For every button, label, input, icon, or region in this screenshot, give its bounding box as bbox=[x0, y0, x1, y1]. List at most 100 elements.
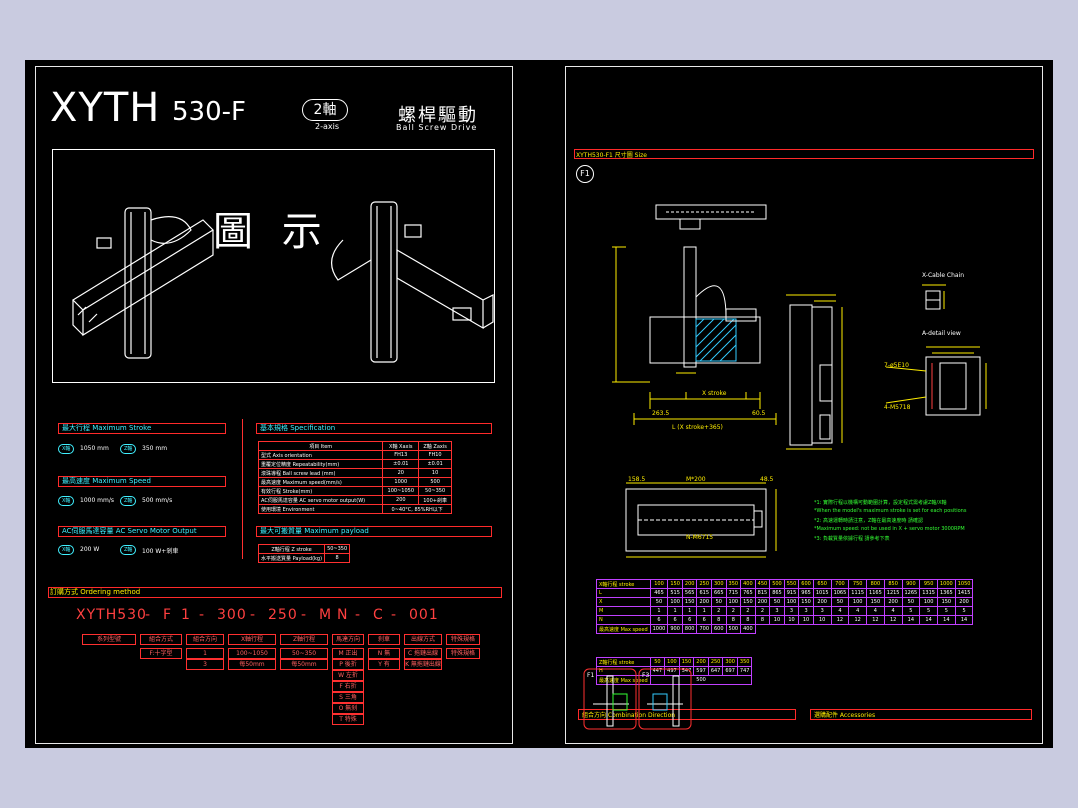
table-x-cell: L bbox=[596, 588, 651, 598]
dim-x-stroke: X stroke bbox=[702, 390, 727, 397]
combo-label-f3: F3 bbox=[642, 672, 649, 679]
table-x-cell: 400 bbox=[740, 579, 756, 589]
order-field-option: F:十字型 bbox=[140, 648, 182, 659]
table-x-row: 最高速度 Max speed 1000 900 800 700 600 500 400 bbox=[596, 624, 973, 634]
table-x-cell: 515 bbox=[667, 588, 683, 598]
order-field-option: P 後折 bbox=[332, 659, 364, 670]
spec-cell: 10 bbox=[418, 468, 452, 478]
illustration-caption: 圖 示 bbox=[213, 209, 330, 255]
order-field-option: S 三角 bbox=[332, 692, 364, 703]
size-badge: F1 bbox=[576, 165, 594, 183]
table-x-cell: 14 bbox=[901, 615, 921, 625]
table-x-cell: 8 bbox=[711, 615, 727, 625]
order-field-option: 每50mm bbox=[280, 659, 328, 670]
order-code-part: N bbox=[337, 607, 349, 623]
table-x-cell: 715 bbox=[725, 588, 742, 598]
table-x-cell: 500 bbox=[769, 579, 785, 589]
order-field-label: 特殊規格 bbox=[446, 634, 480, 645]
table-x-cell: 10 bbox=[812, 615, 832, 625]
table-x-cell: 200 bbox=[754, 597, 771, 607]
combo-label-f1: F1 bbox=[587, 672, 594, 679]
drawing-canvas[interactable]: XYTH 530-F 2軸 2-axis 螺桿驅動 Ball Screw Dri… bbox=[25, 60, 1053, 748]
spec-header: 基本規格 Specification bbox=[260, 424, 336, 432]
order-field-label: 刹車 bbox=[368, 634, 400, 645]
order-code-part: - bbox=[199, 607, 206, 623]
table-x-cell: 50 bbox=[830, 597, 850, 607]
spec-cell: 100+剎車 bbox=[418, 495, 452, 505]
table-x-cell: 100 bbox=[848, 597, 868, 607]
note-line: *Maximum speed: not be used in X + servo… bbox=[814, 526, 965, 532]
table-x-cell: 4 bbox=[866, 606, 885, 616]
spec-row: 最高速度 Maximum speed(mm/s) 1000 500 bbox=[257, 477, 452, 487]
table-x-cell: 450 bbox=[754, 579, 771, 589]
dim-length: L (X stroke+365) bbox=[672, 424, 723, 431]
order-field-label: Z軸行程 bbox=[280, 634, 328, 645]
order-code-part: 300 bbox=[217, 607, 247, 623]
axes-badge: 2軸 bbox=[302, 99, 348, 121]
table-z-cell: 300 bbox=[722, 657, 738, 667]
table-x-cell: 1115 bbox=[848, 588, 868, 598]
dim-158-5: 158.5 bbox=[628, 476, 645, 483]
title-main: XYTH bbox=[50, 85, 161, 131]
table-x-cell: 12 bbox=[866, 615, 885, 625]
table-x-cell: 800 bbox=[681, 624, 698, 634]
payload-cell: 8 bbox=[324, 553, 351, 563]
table-x-row: M11112222333344445555 bbox=[596, 606, 974, 616]
table-x-cell: 615 bbox=[696, 588, 712, 598]
table-x-cell: 12 bbox=[830, 615, 850, 625]
order-field-label: 馬達方向 bbox=[332, 634, 364, 645]
table-x-cell: 550 bbox=[783, 579, 800, 589]
table-x-cell: 965 bbox=[798, 588, 814, 598]
order-field-option: 特殊規格 bbox=[446, 648, 480, 659]
table-x-cell: 8 bbox=[754, 615, 771, 625]
stroke-x-value: 1050 mm bbox=[80, 445, 109, 452]
table-z-cell: 747 bbox=[736, 666, 753, 676]
left-sheet: XYTH 530-F 2軸 2-axis 螺桿驅動 Ball Screw Dri… bbox=[35, 66, 513, 744]
order-code-part: - bbox=[145, 607, 152, 623]
acc-header: 選購配件 Accessories bbox=[814, 712, 876, 719]
order-code-part: F bbox=[163, 607, 173, 623]
table-x-cell: 465 bbox=[649, 588, 669, 598]
note-line: *2: 高速運轉時請注意，Z軸在最高速度時 請確認 bbox=[814, 518, 923, 524]
table-x-cell: 8 bbox=[725, 615, 742, 625]
table-x-cell: 1015 bbox=[812, 588, 832, 598]
table-x-cell: 4 bbox=[848, 606, 868, 616]
table-x-cell: 最高速度 Max speed bbox=[596, 624, 651, 634]
right-sheet: XYTH530-F1 尺寸圖 Size F1 263.5 X stroke 60… bbox=[565, 66, 1043, 744]
order-field-label: 組合方向 bbox=[186, 634, 224, 645]
table-x-cell: 100 bbox=[919, 597, 938, 607]
table-x-cell: X bbox=[596, 597, 651, 607]
table-x-cell: 565 bbox=[681, 588, 698, 598]
table-x-cell: 200 bbox=[954, 597, 974, 607]
table-x-cell: 1315 bbox=[919, 588, 938, 598]
speed-x-pill: X軸 bbox=[58, 496, 75, 506]
table-x-cell: 1265 bbox=[901, 588, 921, 598]
spec-cell: 滾珠導程 Ball screw lead (mm) bbox=[257, 468, 384, 478]
order-field-label: X軸行程 bbox=[228, 634, 276, 645]
cable-chain-label: X-Cable Chain bbox=[922, 272, 965, 279]
table-x-cell: 1000 bbox=[936, 579, 956, 589]
spec-cell: 最高速度 Maximum speed(mm/s) bbox=[257, 477, 384, 487]
table-x-cell: 850 bbox=[883, 579, 903, 589]
viewport: XYTH 530-F 2軸 2-axis 螺桿驅動 Ball Screw Dri… bbox=[0, 0, 1078, 808]
table-x-cell: 14 bbox=[936, 615, 956, 625]
table-x-cell: 1415 bbox=[954, 588, 974, 598]
drive-en: Ball Screw Drive bbox=[396, 123, 478, 132]
ordering-fields: 系列型號 組合方式 F:十字型 組合方向 1 3 X軸行程 100~1050 每50mm Z軸行程… bbox=[82, 634, 502, 734]
table-z-cell: 50 bbox=[649, 657, 666, 667]
table-x-cell: 250 bbox=[696, 579, 712, 589]
spec-cell: 200 bbox=[382, 495, 420, 505]
table-z-cell: Z軸行程 stroke bbox=[596, 657, 651, 667]
table-x-cell: 900 bbox=[901, 579, 921, 589]
dim-48-5: 48.5 bbox=[760, 476, 774, 483]
note-line: *3: 負載質量依據行程 請參考下表 bbox=[814, 536, 890, 542]
spec-cell: 500 bbox=[418, 477, 452, 487]
table-x-cell: 100 bbox=[783, 597, 800, 607]
order-field-option: M 正出 bbox=[332, 648, 364, 659]
speed-z-pill: Z軸 bbox=[120, 496, 137, 506]
max-speed-header: 最高速度 Maximum Speed bbox=[62, 477, 151, 485]
order-code-part: 1 bbox=[181, 607, 191, 623]
table-x-cell: 500 bbox=[725, 624, 742, 634]
order-field-option: F 右折 bbox=[332, 681, 364, 692]
table-x-cell: 815 bbox=[754, 588, 771, 598]
